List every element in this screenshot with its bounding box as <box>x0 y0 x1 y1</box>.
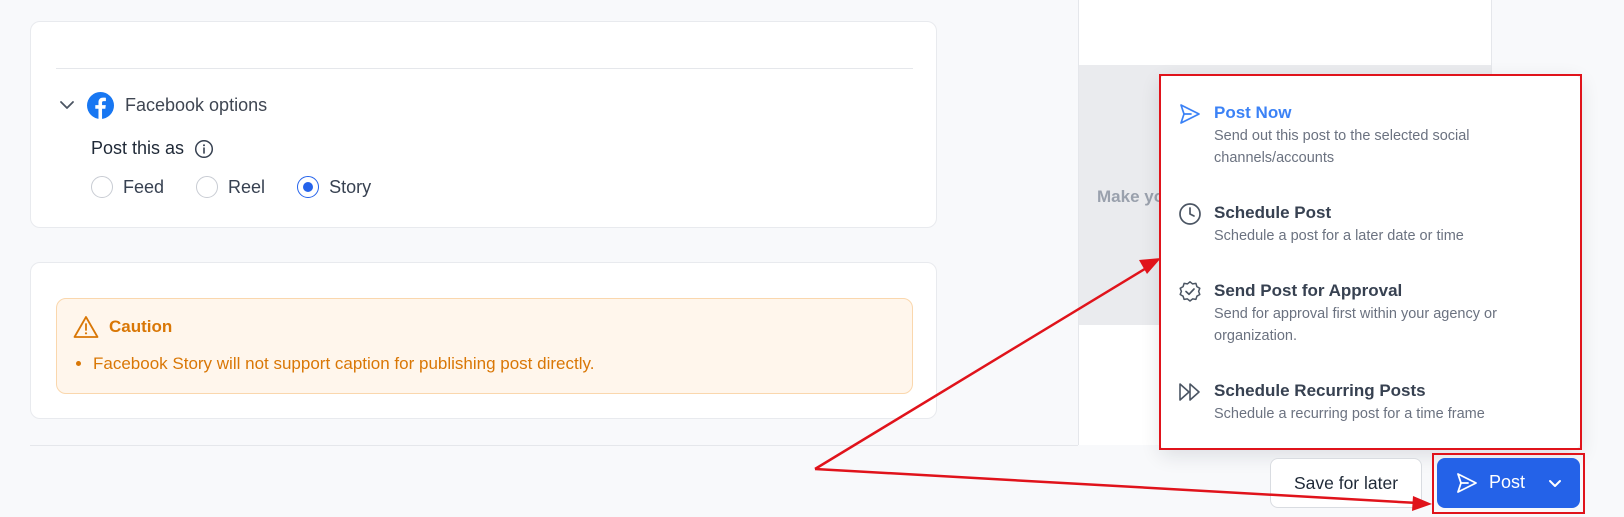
facebook-options-card: Facebook options Post this as Feed Reel … <box>30 21 937 228</box>
warning-icon <box>73 316 99 338</box>
caution-card: Caution Facebook Story will not support … <box>30 262 937 419</box>
menu-item-send-for-approval[interactable]: Send Post for Approval Send for approval… <box>1160 279 1580 347</box>
post-as-label: Post this as <box>91 138 185 158</box>
post-options-dropdown: Post Now Send out this post to the selec… <box>1160 75 1580 449</box>
menu-item-title: Send Post for Approval <box>1214 281 1403 300</box>
radio-button-selected[interactable] <box>297 176 320 198</box>
caution-alert: Caution Facebook Story will not support … <box>56 298 913 394</box>
facebook-options-toggle[interactable]: Facebook options <box>58 90 267 120</box>
info-icon[interactable] <box>194 139 214 159</box>
radio-feed[interactable]: Feed <box>91 176 164 198</box>
radio-story[interactable]: Story <box>297 176 371 198</box>
divider <box>56 68 913 69</box>
preview-placeholder-text: Make yo <box>1097 187 1165 206</box>
menu-item-post-now[interactable]: Post Now Send out this post to the selec… <box>1160 101 1580 169</box>
clock-icon <box>1179 203 1201 225</box>
menu-item-title: Post Now <box>1214 103 1292 122</box>
save-for-later-button[interactable]: Save for later <box>1270 458 1422 508</box>
chevron-down-icon[interactable] <box>58 96 76 114</box>
menu-item-description: Send out this post to the selected socia… <box>1214 128 1470 166</box>
radio-label: Story <box>329 176 372 197</box>
radio-button[interactable] <box>91 176 113 198</box>
chevron-down-icon[interactable] <box>1545 473 1565 493</box>
menu-item-schedule-recurring[interactable]: Schedule Recurring Posts Schedule a recu… <box>1160 379 1580 425</box>
radio-button[interactable] <box>196 176 219 198</box>
facebook-icon <box>87 91 114 119</box>
radio-reel[interactable]: Reel <box>196 176 265 198</box>
caution-header: Caution <box>73 315 172 339</box>
menu-item-description: Send for approval first within your agen… <box>1214 306 1497 344</box>
footer-divider <box>30 445 1078 446</box>
radio-label: Reel <box>228 176 266 197</box>
post-type-radio-group: Feed Reel Story <box>91 176 403 198</box>
caution-list: Facebook Story will not support caption … <box>93 354 594 374</box>
menu-item-title: Schedule Recurring Posts <box>1214 381 1426 400</box>
post-button-label: Post <box>1489 472 1526 492</box>
facebook-options-label: Facebook options <box>125 94 268 115</box>
post-button[interactable]: Post <box>1437 458 1580 508</box>
send-icon <box>1180 104 1200 124</box>
badge-check-icon <box>1179 281 1201 302</box>
caution-item: Facebook Story will not support caption … <box>93 354 594 374</box>
caution-title: Caution <box>109 317 173 336</box>
post-as-row: Post this as <box>91 138 214 159</box>
menu-item-description: Schedule a post for a later date or time <box>1214 228 1464 244</box>
menu-item-schedule-post[interactable]: Schedule Post Schedule a post for a late… <box>1160 201 1580 247</box>
fast-forward-icon <box>1179 383 1200 401</box>
send-icon <box>1457 473 1477 493</box>
radio-label: Feed <box>123 176 165 197</box>
menu-item-title: Schedule Post <box>1214 203 1332 222</box>
menu-item-description: Schedule a recurring post for a time fra… <box>1214 406 1485 422</box>
